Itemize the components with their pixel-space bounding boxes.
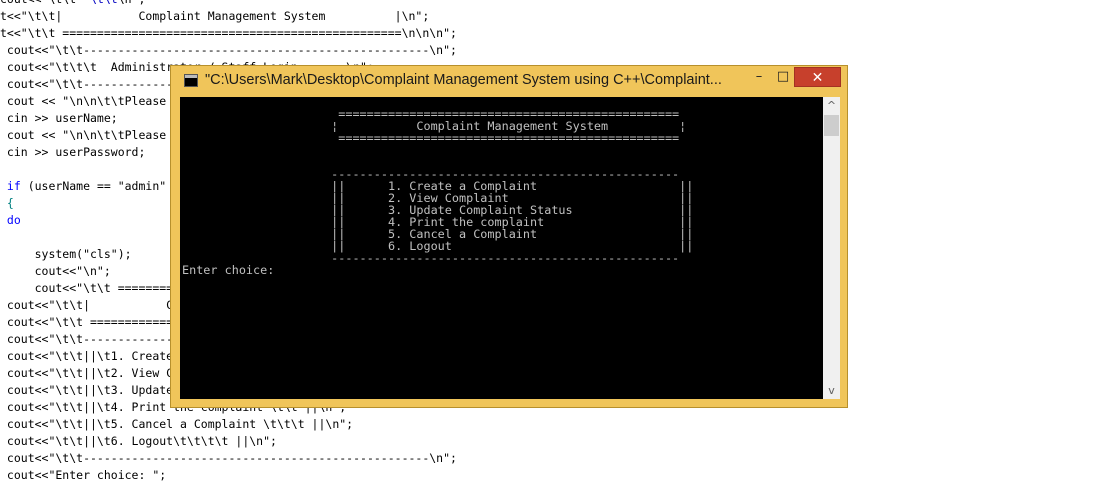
minimize-button[interactable]: – — [748, 67, 770, 87]
code-line: cout<<"\n"; — [0, 263, 111, 280]
console-output-area[interactable]: ========================================… — [180, 97, 823, 399]
code-token: do — [0, 213, 21, 227]
code-token: cout<<"\t\t — [0, 0, 76, 6]
code-token: cout<<"\n"; — [0, 264, 111, 278]
code-token: cout<<"\t\t||\t5. Cancel a Complaint \t\… — [0, 417, 354, 431]
console-app-icon — [184, 74, 198, 87]
code-token: system("cls"); — [0, 247, 132, 261]
code-line: { — [0, 195, 14, 212]
vertical-scrollbar[interactable]: ^ v — [823, 97, 840, 399]
code-token: cout<<"Enter choice: "; — [0, 468, 167, 482]
code-line: cin >> userName; — [0, 110, 118, 127]
code-line: cout<<"\t\t-----------------------------… — [0, 450, 457, 467]
scroll-up-arrow-icon[interactable]: ^ — [823, 97, 840, 114]
code-line: cout<<"\t\t||\t5. Cancel a Complaint \t\… — [0, 416, 353, 433]
code-line: t<<"\t\t ===============================… — [0, 25, 457, 42]
code-line: cout<<"\t\t-----------------------------… — [0, 42, 457, 59]
code-line: cin >> userPassword; — [0, 144, 145, 161]
code-token: if — [0, 179, 28, 193]
code-token: { — [0, 196, 14, 210]
code-token: cout<<"\t\t-----------------------------… — [0, 451, 457, 465]
scroll-down-arrow-icon[interactable]: v — [823, 382, 840, 399]
console-window[interactable]: "C:\Users\Mark\Desktop\Complaint Managem… — [170, 65, 848, 408]
code-token: t<<"\t\t| Complaint Management System |\… — [0, 9, 430, 23]
code-line: cout<<"Enter choice: "; — [0, 467, 166, 484]
close-button[interactable]: ✕ — [794, 67, 841, 87]
scroll-thumb[interactable] — [824, 115, 839, 136]
window-title: "C:\Users\Mark\Desktop\Complaint Managem… — [205, 72, 722, 88]
code-token: cout<<"\t\t||\t6. Logout\t\t\t\t ||\n"; — [0, 434, 277, 448]
code-token: cin >> userName; — [0, 111, 118, 125]
code-line: do — [0, 212, 21, 229]
code-token: cout<<"\t\t-----------------------------… — [0, 43, 457, 57]
code-token: \t\t — [76, 0, 118, 6]
code-line: cout<<"\t\t||\t6. Logout\t\t\t\t ||\n"; — [0, 433, 277, 450]
code-token: cin >> userPassword; — [0, 145, 146, 159]
code-line: t<<"\t\t| Complaint Management System |\… — [0, 8, 429, 25]
code-token: t<<"\t\t ===============================… — [0, 26, 457, 40]
console-output-text: ========================================… — [182, 107, 694, 277]
code-token: \n"; — [118, 0, 146, 6]
maximize-button[interactable]: □ — [772, 67, 794, 87]
code-line: system("cls"); — [0, 246, 132, 263]
code-line: cout<<"\t\t \t\t\n"; — [0, 0, 145, 8]
title-bar[interactable]: "C:\Users\Mark\Desktop\Complaint Managem… — [171, 66, 847, 96]
